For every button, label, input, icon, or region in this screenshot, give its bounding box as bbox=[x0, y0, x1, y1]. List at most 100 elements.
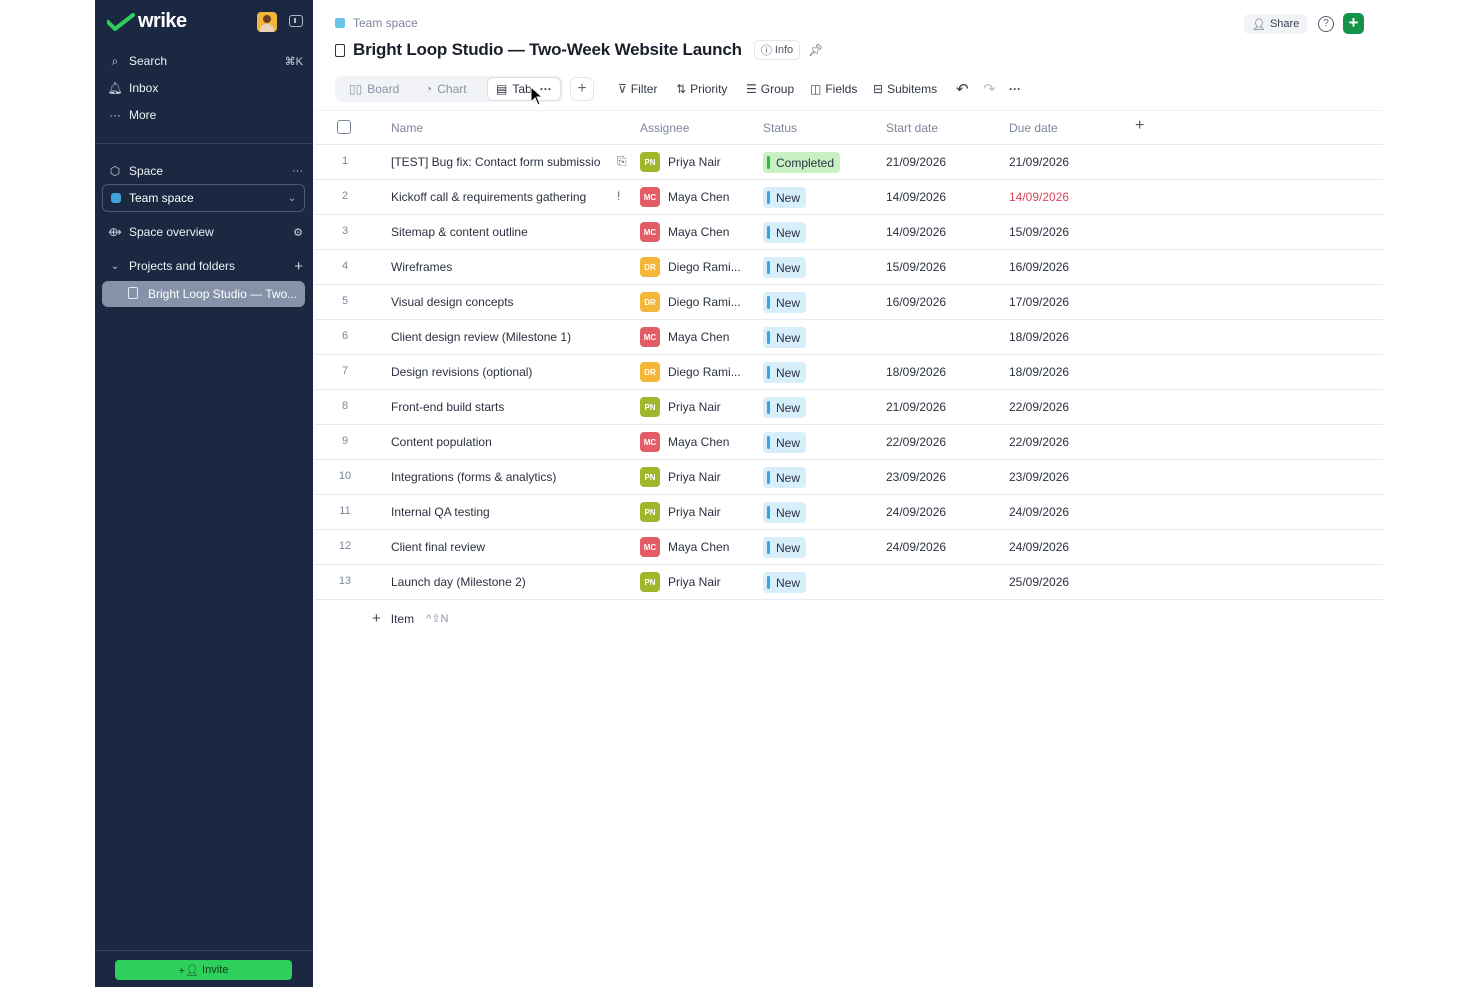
priority-button[interactable]: ⇅ Priority bbox=[676, 80, 727, 98]
add-view-button[interactable]: + bbox=[570, 77, 594, 101]
due-date[interactable]: 24/09/2026 bbox=[1009, 540, 1069, 554]
task-name[interactable]: [TEST] Bug fix: Contact form submissio bbox=[391, 155, 609, 169]
status-badge[interactable]: New bbox=[763, 397, 807, 418]
column-header-assignee[interactable]: Assignee bbox=[640, 121, 689, 135]
filter-button[interactable]: ⊽ Filter bbox=[618, 80, 657, 98]
status-badge[interactable]: New bbox=[763, 292, 807, 313]
attachment-icon[interactable]: ⎘ bbox=[617, 154, 627, 169]
space-select[interactable]: Team space ⌄ bbox=[102, 184, 305, 212]
due-date[interactable]: 15/09/2026 bbox=[1009, 225, 1069, 239]
status-badge[interactable]: New bbox=[763, 187, 807, 208]
start-date[interactable]: 21/09/2026 bbox=[886, 155, 946, 169]
status-badge[interactable]: New bbox=[763, 572, 807, 593]
assignee-cell[interactable]: DR Diego Rami... bbox=[640, 292, 741, 312]
start-date[interactable]: 22/09/2026 bbox=[886, 435, 946, 449]
assignee-cell[interactable]: PN Priya Nair bbox=[640, 502, 721, 522]
due-date[interactable]: 18/09/2026 bbox=[1009, 365, 1069, 379]
assignee-cell[interactable]: MC Maya Chen bbox=[640, 432, 729, 452]
task-name[interactable]: Front-end build starts bbox=[391, 400, 609, 414]
table-row[interactable]: 10 Integrations (forms & analytics) PN Priy… bbox=[315, 460, 1383, 495]
sidebar-item-search[interactable]: ⌕ Search ⌘K bbox=[107, 50, 303, 72]
user-avatar[interactable] bbox=[257, 12, 277, 32]
due-date[interactable]: 21/09/2026 bbox=[1009, 155, 1069, 169]
task-name[interactable]: Sitemap & content outline bbox=[391, 225, 609, 239]
assignee-cell[interactable]: PN Priya Nair bbox=[640, 152, 721, 172]
assignee-cell[interactable]: PN Priya Nair bbox=[640, 397, 721, 417]
select-all-checkbox[interactable] bbox=[337, 120, 351, 134]
task-name[interactable]: Content population bbox=[391, 435, 609, 449]
sidebar-item-space-overview[interactable]: ⟴ Space overview ⚙ bbox=[107, 221, 303, 243]
tab-table[interactable]: ▤ Tab ··· bbox=[487, 77, 561, 101]
tab-chart[interactable]: ◔ Chart bbox=[425, 76, 467, 102]
space-more-icon[interactable]: ··· bbox=[292, 165, 303, 177]
toolbar-more-icon[interactable]: ··· bbox=[1009, 80, 1021, 98]
due-date[interactable]: 23/09/2026 bbox=[1009, 470, 1069, 484]
create-new-button[interactable]: + bbox=[1343, 13, 1364, 34]
assignee-cell[interactable]: DR Diego Rami... bbox=[640, 362, 741, 382]
due-date[interactable]: 18/09/2026 bbox=[1009, 330, 1069, 344]
due-date[interactable]: 25/09/2026 bbox=[1009, 575, 1069, 589]
start-date[interactable]: 21/09/2026 bbox=[886, 400, 946, 414]
due-date[interactable]: 14/09/2026 bbox=[1009, 190, 1069, 204]
table-row[interactable]: 11 Internal QA testing PN Priya Nair New 24/0… bbox=[315, 495, 1383, 530]
task-name[interactable]: Client final review bbox=[391, 540, 609, 554]
priority-icon[interactable]: ! bbox=[617, 189, 620, 203]
due-date[interactable]: 16/09/2026 bbox=[1009, 260, 1069, 274]
sidebar-item-project[interactable]: Bright Loop Studio — Two... bbox=[102, 281, 305, 307]
table-row[interactable]: 12 Client final review MC Maya Chen New 24/09… bbox=[315, 530, 1383, 565]
breadcrumb[interactable]: Team space bbox=[335, 16, 418, 30]
add-project-icon[interactable]: + bbox=[294, 258, 303, 275]
status-badge[interactable]: New bbox=[763, 432, 807, 453]
tab-board[interactable]: ▯▯ Board bbox=[349, 76, 399, 102]
column-header-start-date[interactable]: Start date bbox=[886, 121, 938, 135]
sidebar-collapse-icon[interactable] bbox=[289, 15, 303, 27]
sidebar-item-more[interactable]: ··· More bbox=[107, 104, 303, 126]
task-name[interactable]: Client design review (Milestone 1) bbox=[391, 330, 609, 344]
assignee-cell[interactable]: DR Diego Rami... bbox=[640, 257, 741, 277]
start-date[interactable]: 24/09/2026 bbox=[886, 540, 946, 554]
assignee-cell[interactable]: MC Maya Chen bbox=[640, 537, 729, 557]
table-row[interactable]: 7 Design revisions (optional) DR Diego Rami… bbox=[315, 355, 1383, 390]
table-row[interactable]: 13 Launch day (Milestone 2) PN Priya Nair Ne… bbox=[315, 565, 1383, 600]
status-badge[interactable]: New bbox=[763, 327, 807, 348]
table-row[interactable]: 3 Sitemap & content outline MC Maya Chen New… bbox=[315, 215, 1383, 250]
start-date[interactable]: 16/09/2026 bbox=[886, 295, 946, 309]
breadcrumb-item[interactable]: Team space bbox=[353, 16, 418, 30]
due-date[interactable]: 17/09/2026 bbox=[1009, 295, 1069, 309]
page-title[interactable]: Bright Loop Studio — Two-Week Website La… bbox=[353, 40, 742, 60]
table-row[interactable]: 4 Wireframes DR Diego Rami... New 15/09/2026 1… bbox=[315, 250, 1383, 285]
add-column-icon[interactable]: + bbox=[1135, 117, 1144, 135]
table-row[interactable]: 9 Content population MC Maya Chen New 22/09/2… bbox=[315, 425, 1383, 460]
task-name[interactable]: Integrations (forms & analytics) bbox=[391, 470, 609, 484]
task-name[interactable]: Visual design concepts bbox=[391, 295, 609, 309]
start-date[interactable]: 23/09/2026 bbox=[886, 470, 946, 484]
column-header-name[interactable]: Name bbox=[391, 121, 423, 135]
status-badge[interactable]: New bbox=[763, 502, 807, 523]
group-button[interactable]: ☰ Group bbox=[746, 80, 794, 98]
undo-icon[interactable]: ↶ bbox=[956, 80, 969, 98]
status-badge[interactable]: New bbox=[763, 467, 807, 488]
assignee-cell[interactable]: MC Maya Chen bbox=[640, 327, 729, 347]
status-badge[interactable]: Completed bbox=[763, 152, 841, 173]
wrike-logo[interactable]: wrike bbox=[107, 10, 187, 33]
pin-icon[interactable]: 📌︎ bbox=[808, 43, 823, 57]
info-button[interactable]: ⓘ Info bbox=[753, 40, 801, 60]
column-header-due-date[interactable]: Due date bbox=[1009, 121, 1058, 135]
task-name[interactable]: Wireframes bbox=[391, 260, 609, 274]
help-icon[interactable]: ? bbox=[1318, 16, 1334, 32]
task-name[interactable]: Internal QA testing bbox=[391, 505, 609, 519]
sidebar-item-inbox[interactable]: 🔔︎ Inbox bbox=[107, 77, 303, 99]
start-date[interactable]: 14/09/2026 bbox=[886, 225, 946, 239]
due-date[interactable]: 24/09/2026 bbox=[1009, 505, 1069, 519]
assignee-cell[interactable]: PN Priya Nair bbox=[640, 572, 721, 592]
table-row[interactable]: 2 Kickoff call & requirements gathering! M… bbox=[315, 180, 1383, 215]
due-date[interactable]: 22/09/2026 bbox=[1009, 400, 1069, 414]
assignee-cell[interactable]: MC Maya Chen bbox=[640, 187, 729, 207]
assignee-cell[interactable]: PN Priya Nair bbox=[640, 467, 721, 487]
status-badge[interactable]: New bbox=[763, 537, 807, 558]
status-badge[interactable]: New bbox=[763, 257, 807, 278]
due-date[interactable]: 22/09/2026 bbox=[1009, 435, 1069, 449]
task-name[interactable]: Kickoff call & requirements gathering bbox=[391, 190, 609, 204]
assignee-cell[interactable]: MC Maya Chen bbox=[640, 222, 729, 242]
sidebar-space-header[interactable]: ⬡ Space ··· bbox=[107, 160, 303, 182]
